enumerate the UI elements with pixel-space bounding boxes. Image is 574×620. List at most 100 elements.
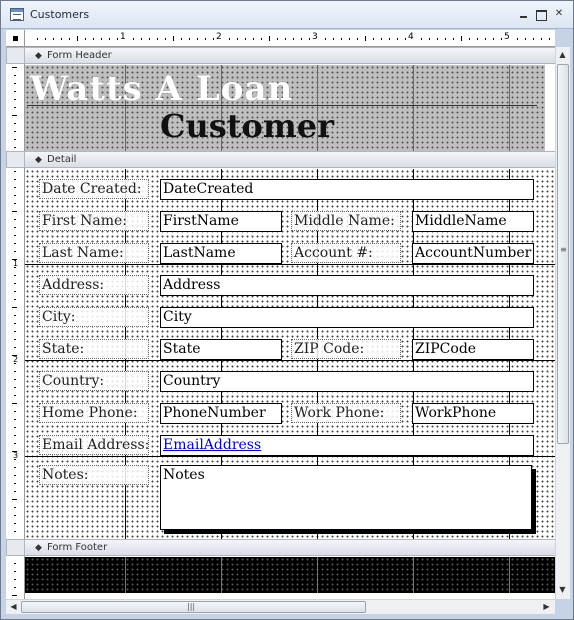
ruler-tick bbox=[12, 595, 17, 596]
label-notes[interactable]: Notes: bbox=[39, 465, 149, 485]
field-date-created[interactable]: DateCreated bbox=[160, 179, 534, 200]
header-divider[interactable] bbox=[27, 105, 537, 106]
field-first-name[interactable]: FirstName bbox=[160, 211, 282, 232]
ruler-tick bbox=[14, 75, 16, 76]
form-selector[interactable] bbox=[6, 30, 25, 47]
ruler-tick bbox=[12, 451, 17, 452]
grid-line bbox=[25, 456, 555, 457]
label-city[interactable]: City: bbox=[39, 307, 149, 327]
vertical-ruler[interactable]: 1 2 3 bbox=[6, 47, 25, 599]
field-last-name[interactable]: LastName bbox=[160, 243, 282, 264]
label-last-name[interactable]: Last Name: bbox=[39, 243, 149, 263]
ruler-tick bbox=[269, 36, 270, 41]
maximize-icon[interactable] bbox=[534, 8, 548, 21]
form-header-area[interactable]: Watts A Loan Customer bbox=[25, 65, 555, 152]
ruler-tick bbox=[157, 38, 158, 40]
ruler-tick bbox=[429, 38, 430, 40]
ruler-tick bbox=[14, 187, 16, 188]
section-selector-detail[interactable] bbox=[6, 151, 25, 168]
section-collapse-icon: ◆ bbox=[35, 51, 42, 61]
field-account[interactable]: AccountNumber bbox=[412, 243, 534, 264]
grid-line bbox=[317, 557, 318, 593]
grid-line bbox=[25, 264, 555, 265]
detail-area[interactable]: Date Created: DateCreated First Name: Fi… bbox=[25, 169, 555, 541]
field-zip[interactable]: ZIPCode bbox=[412, 339, 534, 360]
label-date-created[interactable]: Date Created: bbox=[39, 179, 149, 199]
horizontal-ruler[interactable]: 1 2 3 4 5 bbox=[25, 30, 555, 47]
form-footer-area[interactable] bbox=[25, 557, 555, 593]
scroll-up-icon[interactable]: ▲ bbox=[556, 50, 569, 59]
ruler-tick bbox=[421, 38, 422, 40]
ruler-tick bbox=[469, 38, 470, 40]
section-selector-header[interactable] bbox=[6, 47, 25, 64]
ruler-tick bbox=[445, 38, 446, 40]
ruler-tick bbox=[14, 219, 16, 220]
ruler-tick bbox=[381, 38, 382, 40]
horizontal-scrollbar[interactable]: ◀ ||| ▶ bbox=[6, 599, 555, 614]
company-name-label[interactable]: Watts A Loan bbox=[30, 69, 293, 109]
ruler-tick bbox=[461, 36, 462, 41]
field-city[interactable]: City bbox=[160, 307, 534, 328]
ruler-tick bbox=[12, 211, 17, 212]
ruler-tick bbox=[285, 38, 286, 40]
ruler-tick bbox=[14, 235, 16, 236]
ruler-tick bbox=[357, 38, 358, 40]
ruler-tick bbox=[14, 243, 16, 244]
field-country[interactable]: Country bbox=[160, 371, 534, 392]
ruler-number: 4 bbox=[408, 32, 414, 42]
field-middle-name[interactable]: MiddleName bbox=[412, 211, 534, 232]
scroll-down-icon[interactable]: ▼ bbox=[556, 585, 569, 594]
field-notes[interactable]: Notes bbox=[160, 465, 532, 530]
scroll-right-icon[interactable]: ▶ bbox=[540, 602, 553, 611]
scroll-left-icon[interactable]: ◀ bbox=[7, 602, 20, 611]
ruler-tick bbox=[14, 515, 16, 516]
label-zip[interactable]: ZIP Code: bbox=[291, 339, 401, 359]
label-middle-name[interactable]: Middle Name: bbox=[291, 211, 401, 231]
label-first-name[interactable]: First Name: bbox=[39, 211, 149, 231]
field-work-phone[interactable]: WorkPhone bbox=[412, 403, 534, 424]
ruler-tick bbox=[277, 38, 278, 40]
field-address[interactable]: Address bbox=[160, 275, 534, 296]
ruler-tick bbox=[165, 38, 166, 40]
title-bar[interactable]: Customers ✕ bbox=[1, 1, 573, 29]
label-address[interactable]: Address: bbox=[39, 275, 149, 295]
ruler-tick bbox=[549, 38, 550, 40]
grid-line bbox=[509, 557, 510, 593]
ruler-tick bbox=[453, 38, 454, 40]
field-email[interactable]: EmailAddress bbox=[160, 435, 534, 456]
field-home-phone[interactable]: PhoneNumber bbox=[160, 403, 282, 424]
vertical-scroll-thumb[interactable]: ≡ bbox=[557, 64, 569, 444]
label-state[interactable]: State: bbox=[39, 339, 149, 359]
ruler-tick bbox=[14, 467, 16, 468]
section-bar-detail[interactable]: ◆ Detail bbox=[25, 151, 555, 168]
ruler-tick bbox=[14, 363, 16, 364]
ruler-tick bbox=[12, 67, 17, 68]
ruler-tick bbox=[253, 38, 254, 40]
field-state[interactable]: State bbox=[160, 339, 282, 360]
section-bar-form-header[interactable]: ◆ Form Header bbox=[25, 47, 555, 64]
label-email[interactable]: Email Address: bbox=[39, 435, 149, 455]
ruler-number: 5 bbox=[504, 32, 510, 42]
ruler-tick bbox=[14, 299, 16, 300]
ruler-tick bbox=[14, 563, 16, 564]
close-icon[interactable]: ✕ bbox=[552, 8, 566, 21]
form-title-label[interactable]: Customer bbox=[160, 107, 334, 145]
section-bar-form-footer[interactable]: ◆ Form Footer bbox=[25, 539, 555, 556]
grid-line bbox=[413, 557, 414, 593]
label-account[interactable]: Account #: bbox=[291, 243, 401, 263]
ruler-tick bbox=[14, 99, 16, 100]
minimize-icon[interactable] bbox=[517, 8, 531, 21]
vertical-scrollbar[interactable]: ▲ ≡ ▼ bbox=[555, 47, 570, 599]
section-label: Form Footer bbox=[47, 542, 108, 553]
label-country[interactable]: Country: bbox=[39, 371, 149, 391]
horizontal-scroll-thumb[interactable]: ||| bbox=[21, 601, 366, 613]
label-work-phone[interactable]: Work Phone: bbox=[291, 403, 401, 423]
label-home-phone[interactable]: Home Phone: bbox=[39, 403, 149, 423]
ruler-tick bbox=[14, 387, 16, 388]
ruler-tick bbox=[14, 107, 16, 108]
ruler-tick bbox=[477, 38, 478, 40]
ruler-tick bbox=[14, 379, 16, 380]
section-selector-footer[interactable] bbox=[6, 539, 25, 556]
grid-line bbox=[125, 557, 126, 593]
section-label: Detail bbox=[47, 154, 77, 165]
